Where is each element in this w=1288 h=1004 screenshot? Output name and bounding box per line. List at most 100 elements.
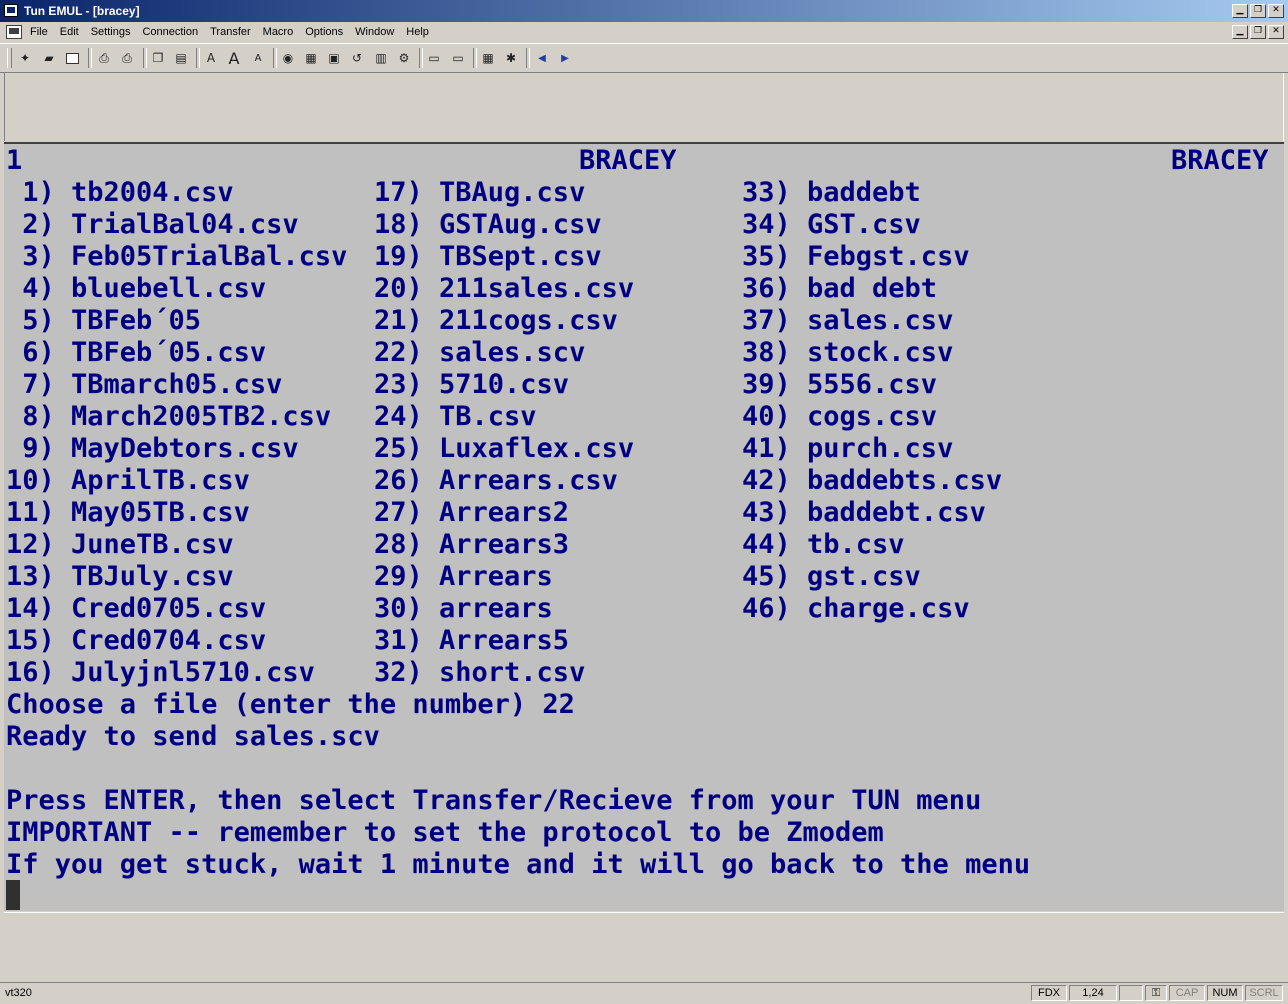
next-arrow-icon[interactable]: ▶ — [556, 50, 574, 66]
app-icon[interactable] — [4, 4, 18, 17]
session-icon[interactable]: ▦ — [302, 50, 320, 66]
file-entry: 24) TB.csv — [374, 401, 537, 432]
macro-icon[interactable]: ↺ — [348, 50, 366, 66]
status-bar: vt320 FDX 1,24 ⚿ CAP NUM SCRL — [0, 982, 1288, 1004]
upper-panel — [4, 73, 1284, 141]
file-entry: 46) charge.csv — [742, 593, 970, 624]
window-title: Tun EMUL - [bracey] — [24, 4, 140, 18]
ready-message: Ready to send sales.scv — [6, 721, 380, 752]
toolbar-separator — [526, 48, 530, 68]
file-entry: 9) MayDebtors.csv — [6, 433, 299, 464]
instruction-line-1: Press ENTER, then select Transfer/Reciev… — [6, 785, 982, 816]
file-entry: 5) TBFeb´05 — [6, 305, 202, 336]
instruction-line-2: IMPORTANT -- remember to set the protoco… — [6, 817, 884, 848]
file-entry: 20) 211sales.csv — [374, 273, 635, 304]
file-entry: 35) Febgst.csv — [742, 241, 970, 272]
font-large-icon[interactable]: A — [225, 49, 243, 68]
toolbar-separator — [419, 48, 423, 68]
prev-arrow-icon[interactable]: ◀ — [533, 50, 551, 66]
toolbar-separator — [473, 48, 477, 68]
printer-icon[interactable]: ▥ — [372, 50, 390, 66]
file-entry: 22) sales.scv — [374, 337, 586, 368]
doc-restore-button[interactable]: ❐ — [1250, 25, 1266, 39]
paste-icon[interactable]: ▤ — [172, 50, 190, 66]
keyboard-icon[interactable]: ▣ — [325, 50, 343, 66]
menu-options[interactable]: Options — [299, 24, 349, 40]
header-title-right: BRACEY — [1171, 145, 1269, 176]
header-title: BRACEY — [579, 145, 677, 176]
file-entry: 28) Arrears3 — [374, 529, 570, 560]
close-button[interactable]: ✕ — [1268, 4, 1284, 18]
file-entry: 26) Arrears.csv — [374, 465, 618, 496]
file-entry: 23) 5710.csv — [374, 369, 570, 400]
lock-icon: ⚿ — [1145, 985, 1167, 1001]
restore-button[interactable]: ❐ — [1250, 4, 1266, 18]
toolbar-separator — [88, 48, 92, 68]
new-icon[interactable]: ✦ — [16, 50, 34, 66]
file-entry: 15) Cred0704.csv — [6, 625, 267, 656]
font-small-icon[interactable]: A — [249, 50, 267, 66]
doc-close-button[interactable]: ✕ — [1268, 25, 1284, 39]
file-entry: 39) 5556.csv — [742, 369, 938, 400]
open-icon[interactable]: ▰ — [40, 50, 58, 66]
file-entry: 34) GST.csv — [742, 209, 921, 240]
file-entry: 40) cogs.csv — [742, 401, 938, 432]
file-entry: 27) Arrears2 — [374, 497, 570, 528]
duplex-indicator: FDX — [1031, 985, 1067, 1001]
file-entry: 19) TBSept.csv — [374, 241, 602, 272]
menu-edit[interactable]: Edit — [54, 24, 85, 40]
connect-icon[interactable]: ◉ — [279, 50, 297, 66]
menu-file[interactable]: File — [24, 24, 54, 40]
menu-macro[interactable]: Macro — [257, 24, 300, 40]
file-entry: 6) TBFeb´05.csv — [6, 337, 267, 368]
file-entry: 7) TBmarch05.csv — [6, 369, 283, 400]
folder-icon[interactable]: ▭ — [425, 50, 443, 66]
copy-icon[interactable]: ❐ — [149, 50, 167, 66]
file-entry: 3) Feb05TrialBal.csv — [6, 241, 348, 272]
font-size-icon[interactable]: A — [202, 50, 220, 66]
document-icon[interactable] — [6, 25, 22, 39]
num-indicator: NUM — [1207, 985, 1243, 1001]
tools-icon[interactable]: ✱ — [502, 50, 520, 66]
file-entry: 25) Luxaflex.csv — [374, 433, 635, 464]
document-controls: ▁ ❐ ✕ — [1232, 25, 1284, 39]
minimize-button[interactable]: ▁ — [1232, 4, 1248, 18]
print-setup-icon[interactable]: ⎙ — [118, 50, 136, 66]
file-entry: 13) TBJuly.csv — [6, 561, 234, 592]
file-entry: 14) Cred0705.csv — [6, 593, 267, 624]
file-entry: 12) JuneTB.csv — [6, 529, 234, 560]
menu-transfer[interactable]: Transfer — [204, 24, 257, 40]
menu-window[interactable]: Window — [349, 24, 400, 40]
file-entry: 42) baddebts.csv — [742, 465, 1003, 496]
save-icon[interactable] — [63, 50, 81, 66]
toolbar-grip[interactable] — [7, 48, 12, 68]
file-entry: 8) March2005TB2.csv — [6, 401, 332, 432]
menu-help[interactable]: Help — [400, 24, 435, 40]
title-bar: Tun EMUL - [bracey] ▁ ❐ ✕ — [0, 0, 1288, 22]
file-entry: 43) baddebt.csv — [742, 497, 986, 528]
print-icon[interactable]: ⎙ — [95, 50, 113, 66]
file-entry: 11) May05TB.csv — [6, 497, 250, 528]
menu-settings[interactable]: Settings — [85, 24, 137, 40]
emulation-type: vt320 — [5, 987, 32, 999]
file-entry: 41) purch.csv — [742, 433, 954, 464]
toolbar-separator — [273, 48, 277, 68]
scroll-indicator: SCRL — [1245, 985, 1283, 1001]
folder-open-icon[interactable]: ▭ — [449, 50, 467, 66]
menu-connection[interactable]: Connection — [136, 24, 204, 40]
file-entry: 38) stock.csv — [742, 337, 954, 368]
caps-indicator: CAP — [1169, 985, 1205, 1001]
file-entry: 21) 211cogs.csv — [374, 305, 618, 336]
grid-icon[interactable]: ▦ — [479, 50, 497, 66]
file-entry: 29) Arrears — [374, 561, 553, 592]
instruction-line-3: If you get stuck, wait 1 minute and it w… — [6, 849, 1031, 880]
toolbar-separator — [196, 48, 200, 68]
doc-minimize-button[interactable]: ▁ — [1232, 25, 1248, 39]
lower-panel — [4, 912, 1284, 982]
file-entry: 17) TBAug.csv — [374, 177, 586, 208]
terminal-screen[interactable]: 1 BRACEY BRACEY 1) tb2004.csv 2) TrialBa… — [4, 142, 1284, 911]
file-entry: 45) gst.csv — [742, 561, 921, 592]
cursor-position: 1,24 — [1069, 985, 1117, 1001]
file-entry: 44) tb.csv — [742, 529, 905, 560]
settings-icon[interactable]: ⚙ — [395, 50, 413, 66]
